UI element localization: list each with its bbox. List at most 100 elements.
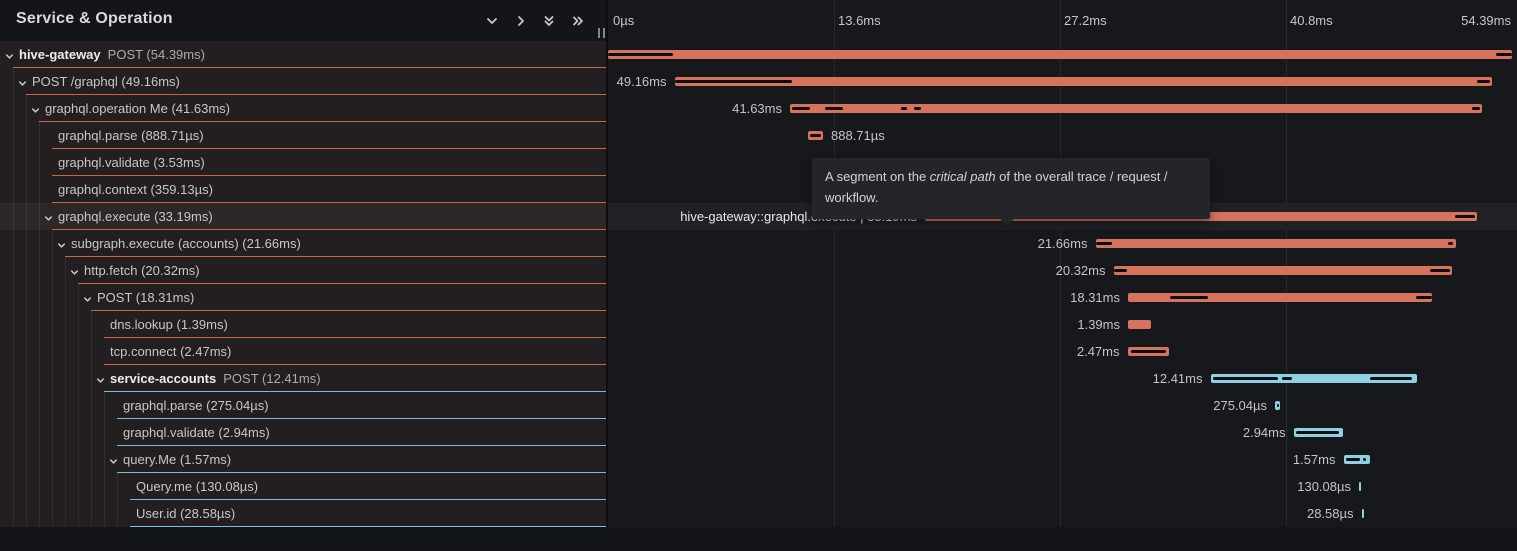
critical-path-segment[interactable] bbox=[1213, 377, 1278, 380]
indent-guide bbox=[39, 365, 40, 392]
span-tree-row[interactable]: POST /graphql (49.16ms) bbox=[0, 68, 608, 95]
critical-path-segment[interactable] bbox=[825, 107, 843, 110]
collapse-chevron-icon[interactable] bbox=[69, 265, 80, 276]
critical-path-segment[interactable] bbox=[1346, 458, 1360, 461]
indent-guide bbox=[91, 419, 92, 446]
critical-path-segment[interactable] bbox=[1096, 242, 1112, 245]
span-duration-label: 21.66ms bbox=[1038, 230, 1088, 257]
span-duration-bar[interactable] bbox=[1128, 320, 1151, 329]
indent-guide bbox=[39, 230, 40, 257]
double-chevron-down-icon[interactable] bbox=[540, 12, 558, 30]
critical-path-segment[interactable] bbox=[810, 134, 821, 137]
span-duration-label: 28.58µs bbox=[1307, 500, 1354, 527]
indent-guide bbox=[39, 122, 40, 149]
chevron-down-icon[interactable] bbox=[483, 12, 501, 30]
tooltip-text-pre: A segment on the bbox=[825, 169, 930, 184]
collapse-chevron-icon[interactable] bbox=[43, 211, 54, 222]
span-tree-row[interactable]: graphql.parse (275.04µs) bbox=[0, 392, 608, 419]
critical-path-segment[interactable] bbox=[1448, 242, 1453, 245]
critical-path-segment[interactable] bbox=[1370, 377, 1412, 380]
span-duration-bar[interactable] bbox=[1114, 266, 1452, 275]
collapse-chevron-icon[interactable] bbox=[108, 454, 119, 465]
critical-path-segment[interactable] bbox=[1296, 431, 1339, 434]
indent-guide bbox=[26, 176, 27, 203]
critical-path-segment[interactable] bbox=[1277, 404, 1279, 407]
span-tree-row[interactable]: graphql.validate (3.53ms) bbox=[0, 149, 608, 176]
indent-guide bbox=[91, 311, 92, 338]
span-duration-bar[interactable] bbox=[1096, 239, 1456, 248]
critical-path-segment[interactable] bbox=[792, 107, 810, 110]
span-tree-row[interactable]: service-accountsPOST (12.41ms) bbox=[0, 365, 608, 392]
indent-guide bbox=[78, 500, 79, 527]
indent-guide bbox=[52, 257, 53, 284]
critical-path-segment[interactable] bbox=[901, 107, 907, 110]
critical-path-segment[interactable] bbox=[1496, 53, 1512, 56]
span-bar-row: 20.32ms bbox=[608, 257, 1517, 284]
span-tree-row[interactable]: POST (18.31ms) bbox=[0, 284, 608, 311]
indent-guide bbox=[52, 419, 53, 446]
tooltip-text-line2: workflow. bbox=[825, 190, 878, 205]
span-label: http.fetch (20.32ms) bbox=[84, 257, 200, 284]
span-tree-row[interactable]: Query.me (130.08µs) bbox=[0, 473, 608, 500]
span-tree-row[interactable]: hive-gatewayPOST (54.39ms) bbox=[0, 41, 608, 68]
span-tree-row[interactable]: tcp.connect (2.47ms) bbox=[0, 338, 608, 365]
collapse-chevron-icon[interactable] bbox=[4, 49, 15, 60]
span-tree-row[interactable]: graphql.execute (33.19ms) bbox=[0, 203, 608, 230]
indent-guide bbox=[39, 257, 40, 284]
critical-path-segment[interactable] bbox=[1170, 296, 1208, 299]
span-duration-bar[interactable] bbox=[790, 104, 1482, 113]
span-tree-row[interactable]: User.id (28.58µs) bbox=[0, 500, 608, 527]
column-resize-handle[interactable] bbox=[595, 27, 607, 39]
span-tree-panel: Service & Operation hive-gatewayPOST (54… bbox=[0, 0, 608, 527]
critical-path-segment[interactable] bbox=[1472, 107, 1480, 110]
span-tree-row[interactable]: graphql.context (359.13µs) bbox=[0, 176, 608, 203]
collapse-chevron-icon[interactable] bbox=[95, 373, 106, 384]
collapse-chevron-icon[interactable] bbox=[17, 76, 28, 87]
span-tree-row[interactable]: subgraph.execute (accounts) (21.66ms) bbox=[0, 230, 608, 257]
span-tree-row[interactable]: graphql.parse (888.71µs) bbox=[0, 122, 608, 149]
indent-guide bbox=[26, 338, 27, 365]
critical-path-segment[interactable] bbox=[1282, 377, 1292, 380]
span-tree-row[interactable]: query.Me (1.57ms) bbox=[0, 446, 608, 473]
indent-guide bbox=[52, 500, 53, 527]
span-tree-row[interactable]: graphql.operation Me (41.63ms) bbox=[0, 95, 608, 122]
critical-path-segment[interactable] bbox=[1477, 80, 1490, 83]
critical-path-segment[interactable] bbox=[1363, 458, 1366, 461]
span-duration-bar[interactable] bbox=[1362, 509, 1364, 518]
span-tree-rows: hive-gatewayPOST (54.39ms)POST /graphql … bbox=[0, 41, 608, 527]
critical-path-segment[interactable] bbox=[1455, 215, 1475, 218]
span-duration-bar[interactable] bbox=[608, 50, 1512, 59]
indent-guide bbox=[13, 122, 14, 149]
indent-guide bbox=[104, 500, 105, 527]
span-duration-bar[interactable] bbox=[675, 77, 1492, 86]
span-bar-row: 130.08µs bbox=[608, 473, 1517, 500]
double-chevron-right-icon[interactable] bbox=[569, 12, 587, 30]
span-label: graphql.validate (2.94ms) bbox=[123, 419, 270, 446]
critical-path-segment[interactable] bbox=[675, 80, 792, 83]
critical-path-segment[interactable] bbox=[914, 107, 921, 110]
indent-guide bbox=[78, 446, 79, 473]
span-bar-row: 49.16ms bbox=[608, 68, 1517, 95]
time-tick-label: 0µs bbox=[613, 0, 634, 41]
indent-guide bbox=[104, 392, 105, 419]
chevron-right-icon[interactable] bbox=[512, 12, 530, 30]
span-tree-row[interactable]: dns.lookup (1.39ms) bbox=[0, 311, 608, 338]
span-duration-label: 12.41ms bbox=[1153, 365, 1203, 392]
collapse-chevron-icon[interactable] bbox=[56, 238, 67, 249]
span-label: POST (18.31ms) bbox=[97, 284, 194, 311]
critical-path-segment[interactable] bbox=[1430, 269, 1450, 272]
span-tree-row[interactable]: graphql.validate (2.94ms) bbox=[0, 419, 608, 446]
indent-guide bbox=[26, 419, 27, 446]
collapse-chevron-icon[interactable] bbox=[30, 103, 41, 114]
critical-path-segment[interactable] bbox=[608, 53, 673, 56]
indent-guide bbox=[13, 68, 14, 95]
critical-path-segment[interactable] bbox=[1416, 296, 1432, 299]
span-tree-row[interactable]: http.fetch (20.32ms) bbox=[0, 257, 608, 284]
collapse-chevron-icon[interactable] bbox=[82, 292, 93, 303]
indent-guide bbox=[26, 311, 27, 338]
indent-guide bbox=[65, 500, 66, 527]
indent-guide bbox=[52, 446, 53, 473]
span-duration-bar[interactable] bbox=[1359, 482, 1361, 491]
critical-path-segment[interactable] bbox=[1114, 269, 1127, 272]
critical-path-segment[interactable] bbox=[1131, 350, 1166, 353]
